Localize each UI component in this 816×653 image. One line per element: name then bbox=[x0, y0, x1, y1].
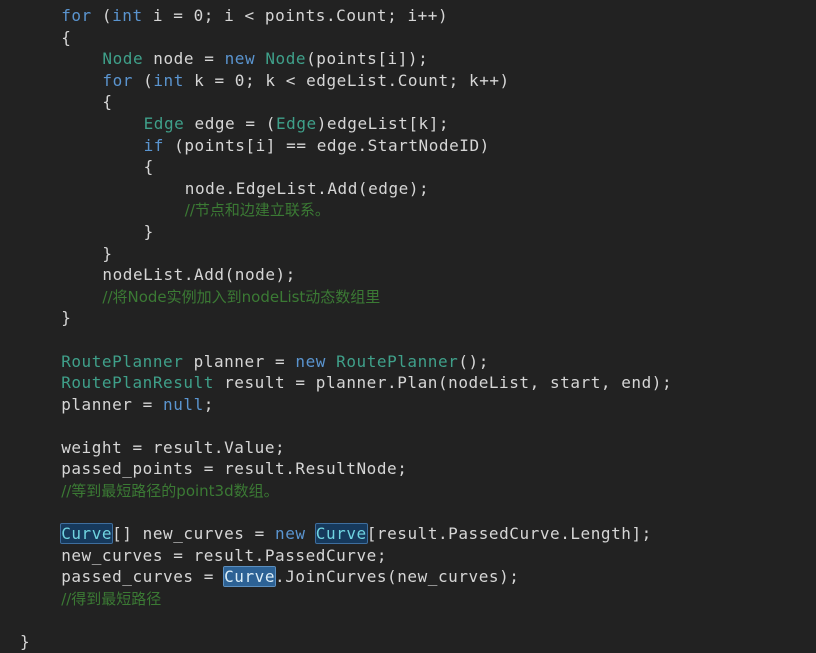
code-token-type: RoutePlanner bbox=[336, 351, 459, 371]
code-token-type: RoutePlanner bbox=[61, 351, 184, 371]
code-line[interactable]: } bbox=[0, 221, 816, 243]
code-token-occurrence-highlight-active: Curve bbox=[223, 566, 277, 588]
code-line[interactable]: for (int k = 0; k < edgeList.Count; k++) bbox=[0, 70, 816, 92]
code-line[interactable]: //节点和边建立联系。 bbox=[0, 199, 816, 221]
code-token-text: new_curves = result.PassedCurve; bbox=[61, 545, 388, 565]
code-line[interactable] bbox=[0, 610, 816, 632]
code-token-type: Edge bbox=[143, 113, 185, 133]
code-token-text: (points[i]); bbox=[306, 49, 429, 69]
code-token-occurrence-highlight: Curve bbox=[314, 523, 368, 545]
code-token-keyword: new bbox=[224, 49, 256, 69]
code-token-type: Node bbox=[265, 49, 307, 69]
code-token-keyword: if bbox=[143, 135, 164, 155]
code-line[interactable]: //得到最短路径 bbox=[0, 588, 816, 610]
code-line[interactable]: RoutePlanResult result = planner.Plan(no… bbox=[0, 372, 816, 394]
code-line[interactable]: node.EdgeList.Add(edge); bbox=[0, 178, 816, 200]
code-token-keyword: int bbox=[153, 70, 184, 90]
code-token-occurrence-highlight: Curve bbox=[60, 523, 114, 545]
code-line[interactable] bbox=[0, 329, 816, 351]
code-token-text: .JoinCurves(new_curves); bbox=[275, 567, 520, 587]
code-line[interactable]: } bbox=[0, 307, 816, 329]
code-line[interactable]: for (int i = 0; i < points.Count; i++) bbox=[0, 5, 816, 27]
code-token-text: k = 0; k < edgeList.Count; k++) bbox=[183, 70, 510, 90]
code-line[interactable]: if (points[i] == edge.StartNodeID) bbox=[0, 135, 816, 157]
code-token-punctuation: ( bbox=[132, 70, 154, 90]
code-token-text: passed_points = result.ResultNode; bbox=[61, 459, 408, 479]
code-token-text: weight = result.Value; bbox=[61, 437, 286, 457]
code-token-comment: //等到最短路径的point3d数组。 bbox=[61, 482, 279, 501]
code-token-punctuation: } bbox=[61, 308, 72, 328]
code-token-text: passed_curves = bbox=[61, 567, 225, 587]
code-line[interactable]: weight = result.Value; bbox=[0, 437, 816, 459]
code-lines-container[interactable]: for (int i = 0; i < points.Count; i++){N… bbox=[0, 5, 816, 653]
code-token-punctuation: { bbox=[143, 157, 154, 177]
code-token-comment: //得到最短路径 bbox=[61, 590, 162, 609]
code-token-keyword: new bbox=[275, 524, 306, 544]
code-token-punctuation: ( bbox=[91, 6, 113, 25]
code-line[interactable]: passed_points = result.ResultNode; bbox=[0, 458, 816, 480]
code-token-text: planner = bbox=[61, 394, 164, 414]
code-line[interactable]: nodeList.Add(node); bbox=[0, 264, 816, 286]
code-token-text: i = 0; i < points.Count; i++) bbox=[142, 6, 449, 25]
code-token-text: [result.PassedCurve.Length]; bbox=[366, 524, 652, 544]
code-line[interactable]: } bbox=[0, 243, 816, 265]
code-token-punctuation: } bbox=[143, 221, 154, 241]
code-token-text: edge = ( bbox=[184, 113, 276, 133]
code-line[interactable]: Node node = new Node(points[i]); bbox=[0, 48, 816, 70]
code-token-type: RoutePlanResult bbox=[61, 373, 214, 393]
code-line[interactable]: planner = null; bbox=[0, 394, 816, 416]
code-token-punctuation: { bbox=[61, 27, 72, 47]
code-token-comment: //将Node实例加入到nodeList动态数组里 bbox=[102, 287, 381, 306]
code-token-text: [] new_curves = bbox=[112, 524, 276, 544]
code-line[interactable]: { bbox=[0, 27, 816, 49]
code-token-text: (); bbox=[458, 351, 489, 371]
code-line[interactable]: new_curves = result.PassedCurve; bbox=[0, 545, 816, 567]
code-line[interactable]: { bbox=[0, 156, 816, 178]
code-token-punctuation: } bbox=[20, 632, 31, 652]
code-token-text: ; bbox=[203, 394, 214, 414]
code-token-text: node.EdgeList.Add(edge); bbox=[184, 178, 430, 198]
code-token-keyword: int bbox=[112, 6, 143, 25]
code-token-punctuation: { bbox=[102, 92, 113, 112]
code-line[interactable]: //等到最短路径的point3d数组。 bbox=[0, 480, 816, 502]
code-token-punctuation: } bbox=[102, 243, 113, 263]
code-line[interactable]: RoutePlanner planner = new RoutePlanner(… bbox=[0, 351, 816, 373]
code-line[interactable] bbox=[0, 415, 816, 437]
code-editor-surface[interactable]: for (int i = 0; i < points.Count; i++){N… bbox=[0, 0, 816, 651]
code-token-type: Node bbox=[102, 49, 144, 69]
code-line[interactable]: //将Node实例加入到nodeList动态数组里 bbox=[0, 286, 816, 308]
code-line[interactable]: Edge edge = (Edge)edgeList[k]; bbox=[0, 113, 816, 135]
code-line[interactable]: passed_curves = Curve.JoinCurves(new_cur… bbox=[0, 566, 816, 588]
code-line[interactable]: } bbox=[0, 631, 816, 653]
code-token-keyword: for bbox=[61, 6, 92, 25]
code-line[interactable] bbox=[0, 502, 816, 524]
code-token-text: result = planner.Plan(nodeList, start, e… bbox=[213, 373, 673, 393]
code-line[interactable]: Curve[] new_curves = new Curve[result.Pa… bbox=[0, 523, 816, 545]
code-token-text: )edgeList[k]; bbox=[316, 113, 450, 133]
code-token-text: node = bbox=[143, 49, 225, 69]
code-token-keyword: new bbox=[295, 351, 326, 371]
code-token-text: (points[i] == edge.StartNodeID) bbox=[163, 135, 490, 155]
code-token-text: nodeList.Add(node); bbox=[102, 265, 296, 285]
code-token-keyword: for bbox=[102, 70, 133, 90]
code-token-comment: //节点和边建立联系。 bbox=[184, 201, 330, 220]
code-line[interactable]: { bbox=[0, 91, 816, 113]
code-token-text: planner = bbox=[183, 351, 296, 371]
code-token-keyword: null bbox=[163, 394, 204, 414]
code-token-type: Edge bbox=[275, 113, 317, 133]
